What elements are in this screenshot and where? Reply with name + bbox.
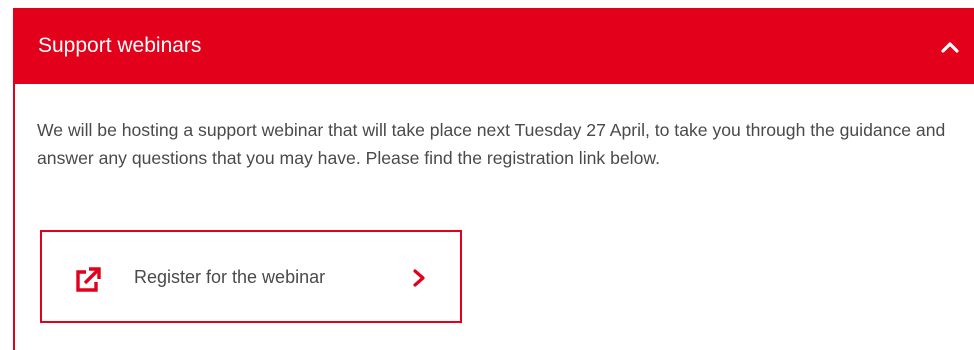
- collapse-button[interactable]: [938, 35, 962, 59]
- external-link-icon: [76, 267, 101, 292]
- webinar-description: We will be hosting a support webinar tha…: [37, 120, 946, 168]
- register-link-label: Register for the webinar: [134, 267, 326, 287]
- register-webinar-link[interactable]: Register for the webinar: [40, 230, 462, 323]
- panel-title: Support webinars: [38, 34, 202, 57]
- panel-body: We will be hosting a support webinar tha…: [37, 116, 972, 172]
- support-webinars-panel: Support webinars We will be hosting a su…: [13, 8, 974, 350]
- chevron-right-icon: [413, 269, 425, 287]
- panel-header[interactable]: Support webinars: [13, 8, 974, 84]
- chevron-up-icon: [941, 42, 959, 53]
